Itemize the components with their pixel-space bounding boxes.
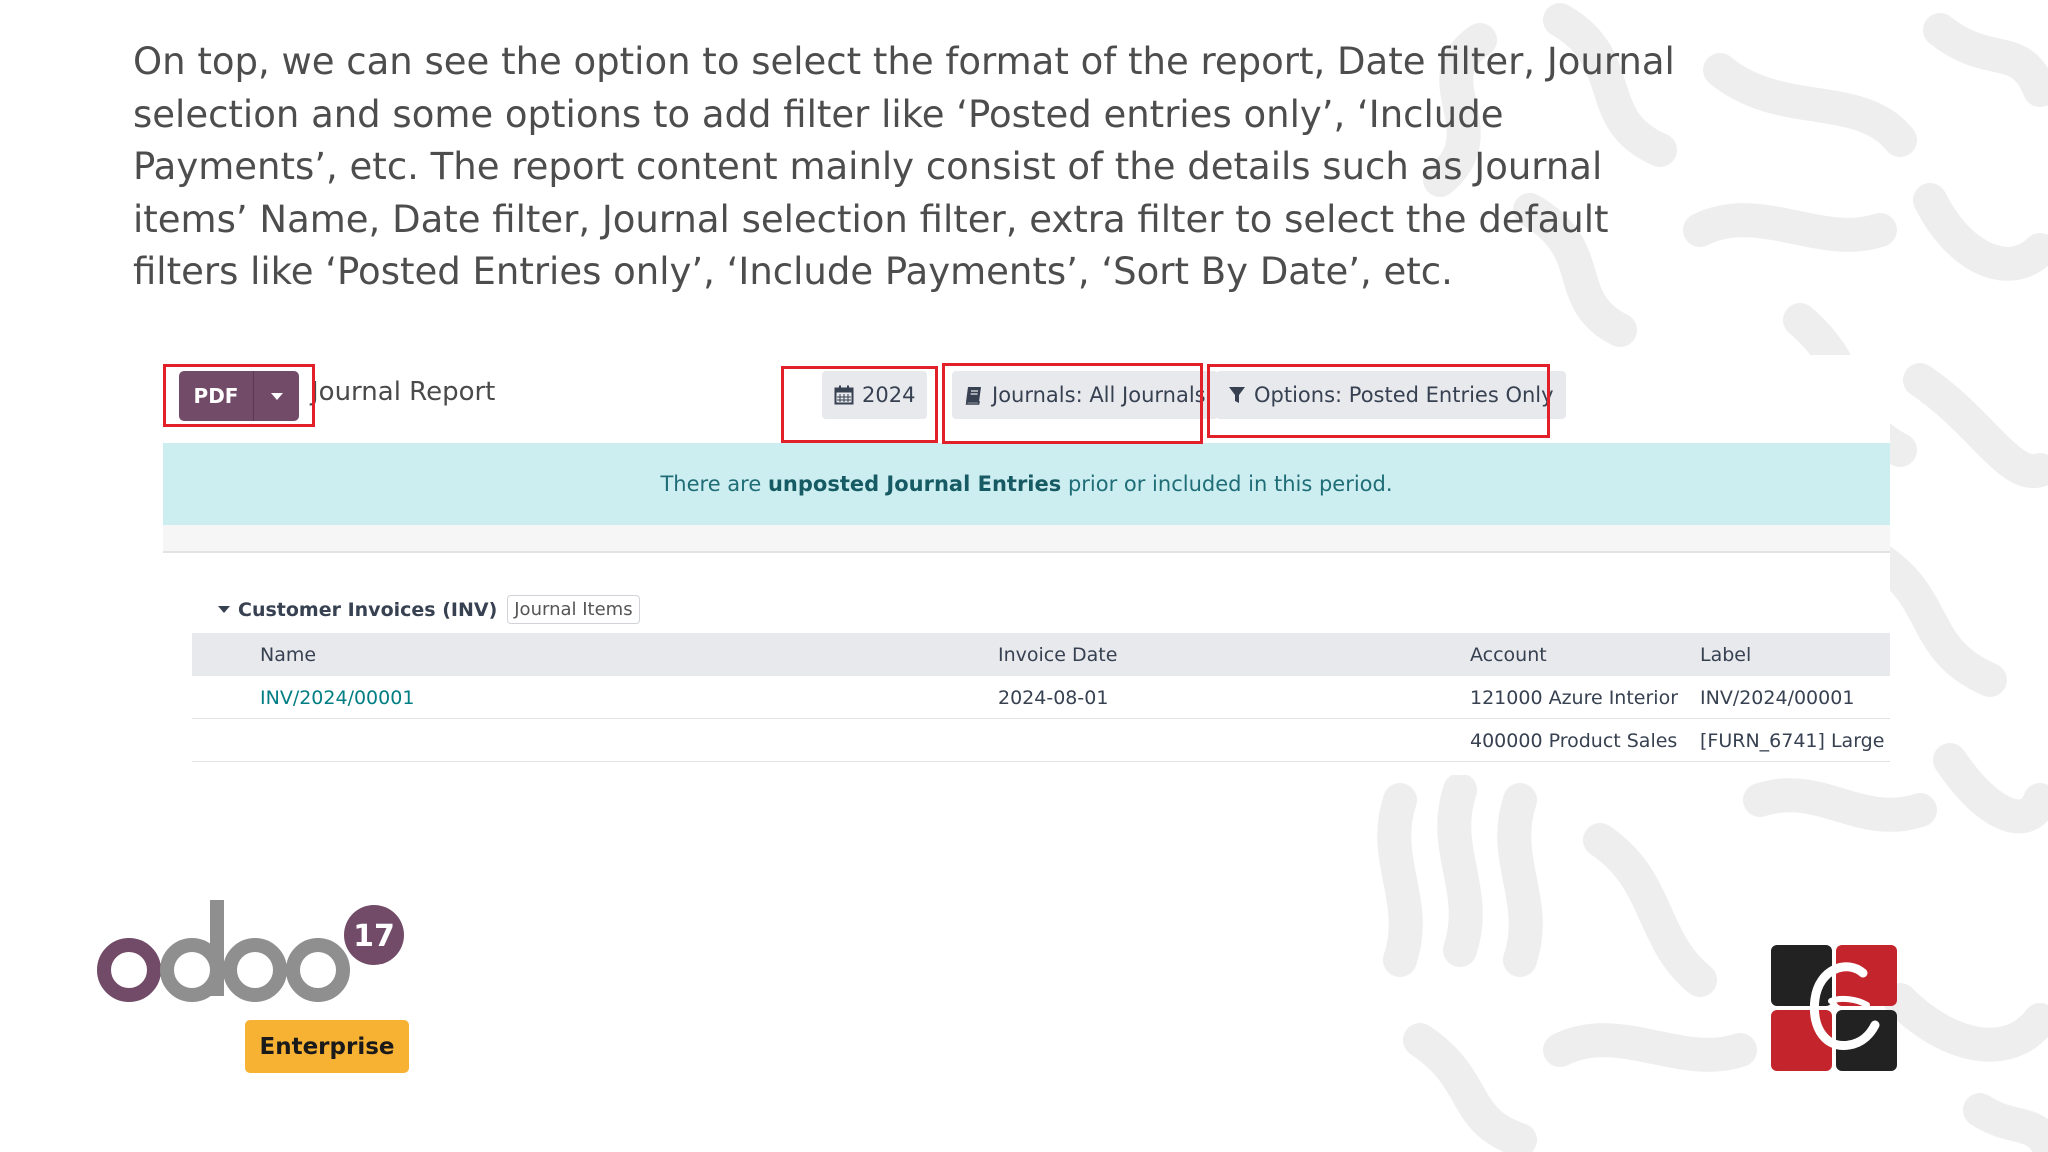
enterprise-badge: Enterprise	[245, 1020, 409, 1073]
company-logo	[1771, 945, 1897, 1071]
table-header: Name Invoice Date Account Label	[192, 633, 1890, 676]
entry-name-link[interactable]: INV/2024/00001	[260, 676, 414, 719]
journal-items-button[interactable]: Journal Items	[507, 595, 640, 624]
account-cell: 121000 Azure Interior	[1470, 686, 1679, 709]
journal-group-header[interactable]: Customer Invoices (INV) Journal Items	[218, 595, 640, 624]
highlight-box-options	[1207, 364, 1550, 438]
report-title: Journal Report	[311, 377, 496, 407]
highlight-box-format	[163, 364, 315, 427]
highlight-box-journals	[942, 363, 1203, 444]
label-cell: INV/2024/00001	[1700, 686, 1855, 709]
journal-items-table: Name Invoice Date Account Label INV/2024…	[192, 633, 1890, 762]
unposted-entries-alert: There are unposted Journal Entries prior…	[163, 443, 1890, 525]
alert-suffix: prior or included in this period.	[1067, 472, 1393, 496]
alert-prefix: There are	[660, 472, 762, 496]
highlight-box-date	[781, 366, 938, 443]
table-row[interactable]: 400000 Product Sales [FURN_6741] Large M	[192, 719, 1890, 762]
group-title: Customer Invoices (INV)	[238, 598, 498, 621]
intro-paragraph: On top, we can see the option to select …	[133, 40, 1675, 293]
label-cell: [FURN_6741] Large M	[1700, 729, 1890, 752]
column-header-name[interactable]: Name	[260, 633, 316, 676]
caret-down-icon	[218, 605, 230, 613]
invoice-date-cell: 2024-08-01	[998, 686, 1109, 709]
table-row[interactable]: INV/2024/00001 2024-08-01 121000 Azure I…	[192, 676, 1890, 719]
version-badge: 17	[353, 919, 395, 954]
column-header-account[interactable]: Account	[1470, 633, 1547, 676]
divider	[163, 551, 1890, 553]
unposted-entries-link[interactable]: unposted Journal Entries	[768, 472, 1061, 496]
account-cell: 400000 Product Sales	[1470, 729, 1678, 752]
column-header-invoice-date[interactable]: Invoice Date	[998, 633, 1117, 676]
alert-spacer	[163, 525, 1890, 551]
column-header-label[interactable]: Label	[1700, 633, 1890, 676]
